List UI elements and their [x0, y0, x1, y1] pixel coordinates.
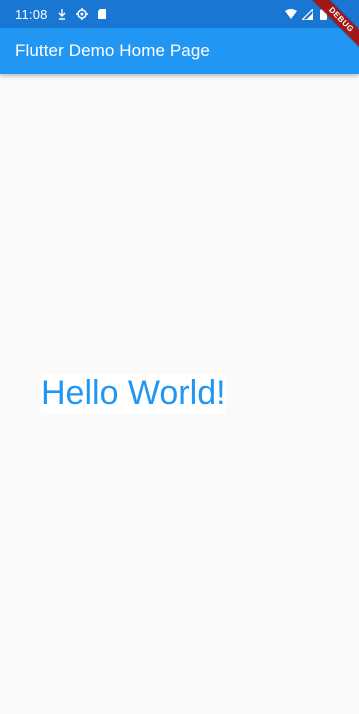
hello-text: Hello World! — [41, 373, 226, 413]
app-bar: Flutter Demo Home Page — [0, 28, 359, 74]
cellular-icon — [301, 8, 313, 20]
status-left: 11:08 — [15, 7, 108, 22]
status-bar: 11:08 — [0, 0, 359, 28]
app-bar-title: Flutter Demo Home Page — [15, 41, 210, 60]
battery-icon — [317, 8, 329, 20]
download-icon — [56, 8, 68, 20]
wifi-icon — [285, 8, 297, 20]
status-time: 11:08 — [15, 6, 48, 22]
settings-icon — [75, 8, 88, 20]
main-content: Hello World! — [0, 74, 359, 714]
sd-card-icon — [96, 8, 108, 20]
app-screen: 11:08 Flutter Demo Home Page Hello World… — [0, 0, 359, 714]
status-right — [285, 8, 349, 20]
